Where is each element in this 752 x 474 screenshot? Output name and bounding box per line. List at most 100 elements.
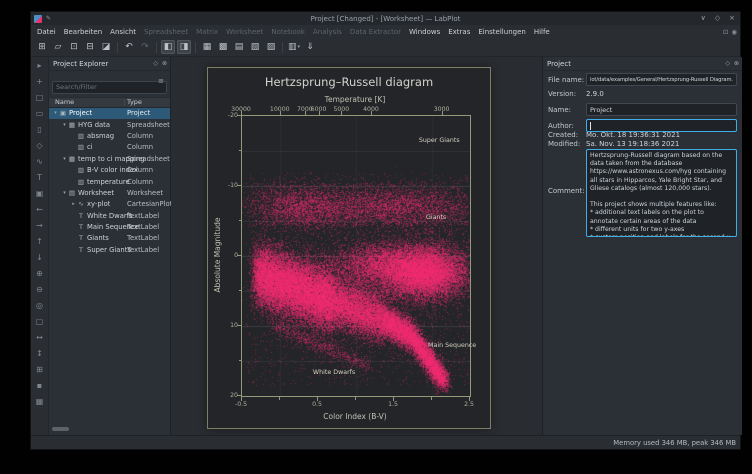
collapse-icon[interactable]: ▾ [61,156,68,162]
plot-text-label-white-dwarfs[interactable]: White Dwarfs [313,369,355,376]
project-name-field[interactable] [586,103,737,116]
undo-button[interactable]: ↶ [122,40,136,54]
project-explorer-panel: Project Explorer ◇ ⊗ ≡ Name Type ▾▣Proje… [49,57,171,435]
close-panel-icon[interactable]: ⊗ [162,60,167,67]
menu-worksheet[interactable]: Worksheet [222,28,267,36]
tree-row-b-v-color-index[interactable]: ▥B-V color indexColumn [49,164,170,175]
hr-scatter-canvas[interactable] [242,116,470,396]
pin-icon[interactable]: ▪ [34,381,46,390]
menu-bearbeiten[interactable]: Bearbeiten [60,28,106,36]
tree-item-type: Worksheet [127,189,163,197]
tree-row-project[interactable]: ▾▣ProjectProject [49,108,170,119]
plot-text-label-giants[interactable]: Giants [426,214,446,221]
titlebar[interactable]: ✎ Project [Changed] - [Worksheet] — LabP… [31,12,740,25]
tree-row-xy-plot[interactable]: ▸∿xy-plotCartesianPlot [49,199,170,210]
properties-header[interactable]: Project ◇ ⊗ [543,57,742,71]
zoom-fit-icon[interactable]: ▢ [34,317,46,326]
zoom-select-icon[interactable]: □ [34,93,46,102]
menu-extras[interactable]: Extras [444,28,474,36]
plot-text-label-main-sequence[interactable]: Main Sequence [428,342,476,349]
project-explorer-header[interactable]: Project Explorer ◇ ⊗ [49,57,170,71]
toolbar-overflow-icon[interactable]: ⊡ [723,28,728,36]
add-text-icon[interactable]: T [34,173,46,182]
collapse-icon[interactable]: ▾ [61,122,68,128]
minimize-button[interactable]: ∨ [701,12,706,25]
tree-row-temp-to-ci-mapping[interactable]: ▾▦temp to ci mappingSpreadsheet [49,153,170,164]
tree-row-hyg-data[interactable]: ▾▦HYG dataSpreadsheet [49,119,170,130]
menu-einstellungen[interactable]: Einstellungen [474,28,529,36]
zoom-out-icon[interactable]: ⊖ [34,285,46,294]
select-cursor-icon[interactable]: ▸ [34,61,46,70]
expand-icon[interactable]: ▸ [70,201,77,207]
open-project-button[interactable]: ▱ [51,40,65,54]
new-notebook-button[interactable]: ▧ [248,40,262,54]
toggle-properties-explorer-button[interactable]: ◨ [177,40,191,54]
zoom-y-select-icon[interactable]: ▯ [34,125,46,134]
add-image-icon[interactable]: ▣ [34,189,46,198]
collapse-icon[interactable]: ▾ [52,110,59,116]
new-project-button[interactable]: ⊞ [35,40,49,54]
zoom-fit-y-icon[interactable]: ↕ [34,349,46,358]
toggle-project-explorer-button[interactable]: ◧ [161,40,175,54]
crosshair-icon[interactable]: + [34,77,46,86]
tree-row-absmag[interactable]: ▥absmagColumn [49,130,170,141]
tree-row-giants[interactable]: TGiantsTextLabel [49,233,170,244]
menu-data-extractor[interactable]: Data Extractor [346,28,405,36]
comment-field[interactable]: Hertzsprung-Russell diagram based on the… [586,149,737,237]
tree-row-ci[interactable]: ▥ciColumn [49,142,170,153]
collapse-icon[interactable]: ▾ [61,190,68,196]
menu-datei[interactable]: Datei [33,28,60,36]
shift-left-icon[interactable]: ← [34,205,46,214]
x-bottom-tick-label: 0.5 [312,401,322,408]
zoom-in-icon[interactable]: ⊕ [34,269,46,278]
file-name-field[interactable] [586,73,737,86]
menu-windows[interactable]: Windows [405,28,444,36]
shift-right-icon[interactable]: → [34,221,46,230]
tree-row-worksheet[interactable]: ▾▤WorksheetWorksheet [49,187,170,198]
add-curve-icon[interactable]: ∿ [34,157,46,166]
new-matrix-button[interactable]: ▩ [216,40,230,54]
pan-icon[interactable]: ◇ [34,141,46,150]
tree-column-header[interactable]: Name Type [49,97,170,108]
main-area: ▸ + □ ▭ ▯ ◇ ∿ T ▣ ← → ↑ ↓ ⊕ ⊖ ◎ ▢ ↔ ↕ ⊞ ▪ ▦ Project Explorer … [31,57,740,435]
tree-row-temperature[interactable]: ▥temperatureColumn [49,176,170,187]
shift-down-icon[interactable]: ↓ [34,253,46,262]
search-input[interactable] [52,81,167,94]
menu-hilfe[interactable]: Hilfe [530,28,554,36]
float-panel-icon[interactable]: ◇ [725,60,730,67]
menu-ansicht[interactable]: Ansicht [106,28,140,36]
worksheet-view[interactable]: Hertzsprung–Russell diagram Temperature … [171,57,542,435]
shift-up-icon[interactable]: ↑ [34,237,46,246]
zoom-origin-icon[interactable]: ◎ [34,301,46,310]
new-datapicker-button[interactable]: ▨ [264,40,278,54]
new-worksheet-button[interactable]: ▤ [232,40,246,54]
menu-spreadsheet[interactable]: Spreadsheet [140,28,192,36]
tree-row-main-sequence[interactable]: TMain SequenceTextLabel [49,221,170,232]
menu-notebook[interactable]: Notebook [267,28,309,36]
close-button[interactable]: × [729,12,735,25]
save-project-button[interactable]: ⊡ [67,40,81,54]
maximize-button[interactable]: ◇ [715,12,720,25]
zoom-fit-x-icon[interactable]: ↔ [34,333,46,342]
horizontal-scrollbar[interactable] [52,427,69,431]
filter-options-icon[interactable]: ≡ [158,77,164,85]
float-panel-icon[interactable]: ◇ [153,60,158,67]
tree-row-white-dwarfs[interactable]: TWhite DwarfsTextLabel [49,210,170,221]
export-worksheet-icon[interactable]: ⊞ [34,365,46,374]
menu-matrix[interactable]: Matrix [192,28,222,36]
tree-row-super-giants[interactable]: TSuper GiantsTextLabel [49,244,170,255]
menu-analysis[interactable]: Analysis [309,28,346,36]
grid-icon[interactable]: ▦ [34,397,46,406]
print-button[interactable]: ⊟ [83,40,97,54]
plot-text-label-super-giants[interactable]: Super Giants [419,137,460,144]
redo-button[interactable]: ↷ [138,40,152,54]
zoom-x-select-icon[interactable]: ▭ [34,109,46,118]
new-spreadsheet-button[interactable]: ▦ [200,40,214,54]
worksheet-page[interactable]: Hertzsprung–Russell diagram Temperature … [207,67,491,429]
new-object-dropdown-button[interactable]: ▥▾ [287,40,301,54]
plot-area[interactable]: Super GiantsGiantsMain SequenceWhite Dwa… [241,115,471,397]
print-preview-button[interactable]: ◪ [99,40,113,54]
import-file-button[interactable]: ⇓ [303,40,317,54]
help-menu-icon[interactable]: ◉ [731,28,737,36]
close-panel-icon[interactable]: ⊗ [734,60,739,67]
